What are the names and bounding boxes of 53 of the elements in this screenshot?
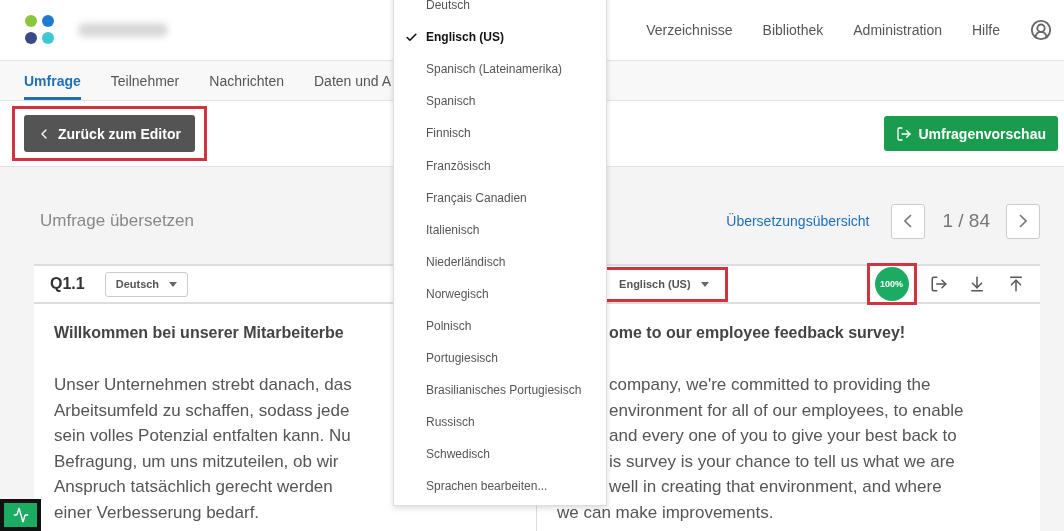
menu-item[interactable]: Englisch (US) <box>394 21 606 54</box>
caret-icon <box>169 281 178 287</box>
tab[interactable]: Nachrichten <box>209 61 284 100</box>
menu-item[interactable]: Deutsch <box>394 0 606 22</box>
nav-link[interactable]: Verzeichnisse <box>646 22 733 38</box>
user-icon[interactable] <box>1030 19 1052 41</box>
chevron-left-icon <box>904 214 913 228</box>
menu-item[interactable]: Portugiesisch <box>394 342 606 375</box>
progress-badge: 100% <box>874 267 909 301</box>
nav-link[interactable]: Hilfe <box>972 22 1000 38</box>
question-heading: ome to our employee feedback survey! <box>609 324 906 342</box>
question-text-line: Unser Unternehmen strebt danach, das <box>54 374 352 396</box>
question-text-line: Arbeitsumfeld zu schaffen, sodass jede <box>54 399 350 422</box>
menu-item[interactable]: Schwedisch <box>394 438 606 471</box>
source-language-select[interactable]: Deutsch <box>104 271 189 297</box>
chevron-right-icon <box>1019 214 1027 228</box>
back-button[interactable]: Zurück zum Editor <box>24 115 195 152</box>
menu-item[interactable]: Französisch <box>394 149 606 182</box>
pulse-icon <box>12 507 29 523</box>
menu-item[interactable]: Brasilianisches Portugiesisch <box>394 374 606 407</box>
question-text-line: environment for all of our employees, to enable <box>609 399 964 422</box>
question-text-line: and every one of you to give your best back to <box>609 425 957 447</box>
menu-item[interactable]: Italienisch <box>394 213 606 246</box>
overview-link[interactable]: Übersetzungsübersicht <box>726 213 870 229</box>
question-heading: Willkommen bei unserer Mitarbeiterbe <box>54 324 344 342</box>
question-text-line: well in creating that environment, and where <box>609 476 942 498</box>
nav-link[interactable]: Administration <box>853 22 942 38</box>
nav-link[interactable]: Bibliothek <box>762 22 824 38</box>
question-text-line: Anspruch tatsächlich gerecht werden <box>54 476 333 498</box>
menu-item[interactable]: Français Canadien <box>394 181 606 214</box>
tab[interactable]: Teilnehmer <box>110 61 180 100</box>
menu-item[interactable]: Sprachen bearbeiten... <box>394 470 606 503</box>
question-text-line: einer Verbesserung bedarf. <box>54 501 260 524</box>
menu-item[interactable]: Spanisch <box>394 85 606 118</box>
caret-icon <box>700 281 709 287</box>
menu-item[interactable]: Norwegisch <box>394 277 606 310</box>
question-text-line: is survey is your chance to tell us what we are <box>609 450 955 473</box>
activity-button[interactable] <box>0 499 41 531</box>
menu-item[interactable]: Finnisch <box>394 117 606 150</box>
question-text-line: Befragung, um uns mitzuteilen, ob wir <box>54 450 339 473</box>
menu-item[interactable]: Russisch <box>394 406 606 439</box>
menu-item[interactable]: Polnisch <box>394 309 606 343</box>
page-title: Umfrage übersetzen <box>40 211 195 231</box>
menu-item[interactable]: Spanisch (Lateinamerika) <box>394 53 606 86</box>
question-text-line: we can make improvements. <box>557 501 774 524</box>
preview-button[interactable]: Umfragenvorschau <box>884 116 1058 151</box>
question-text-line: company, we're committed to providing the <box>609 374 931 396</box>
tab[interactable]: Daten und A <box>314 61 392 100</box>
logo-icon <box>24 14 56 46</box>
page-counter: 1 / 84 <box>942 210 990 232</box>
question-text-line: sein volles Potenzial entfalten kann. Nu <box>54 425 351 447</box>
menu-item[interactable]: Niederländisch <box>394 245 606 278</box>
question-id: Q1.1 <box>50 275 85 293</box>
